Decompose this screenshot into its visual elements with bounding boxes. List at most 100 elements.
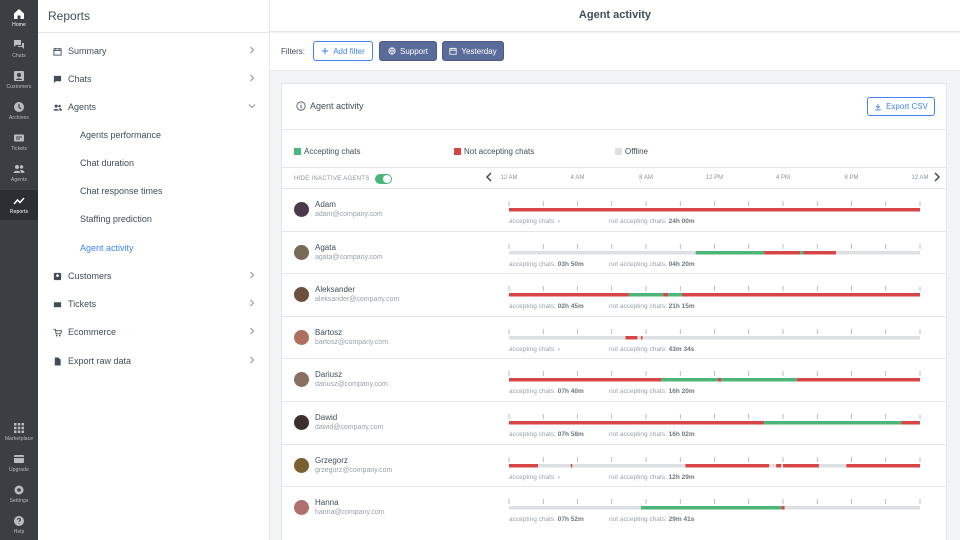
activity-timeline-graphic [508, 243, 921, 255]
stat-value: 24h 00m [668, 218, 695, 225]
calendar-icon [449, 47, 457, 55]
activity-segment [509, 250, 696, 255]
stat-label: accepting chats: [509, 345, 556, 353]
nav-item-summary[interactable]: Summary [38, 37, 270, 65]
agent-row[interactable]: Adam adam@company.com accepting chats: - no… [282, 188, 946, 231]
nav-item-chats[interactable]: Chats [38, 65, 270, 93]
stat-value: 12h 29m [668, 473, 695, 481]
nav-item-customers[interactable]: Customers [38, 262, 270, 290]
agent-row[interactable]: Aleksander aleksander@company.com acceptin… [282, 273, 946, 316]
rail-label: Marketplace [4, 436, 34, 442]
stat-value: 02h 45m [557, 303, 584, 311]
avatar [294, 287, 309, 303]
rail-label: Help [13, 529, 25, 535]
not-accepting-stat: not accepting chats: 16h 02m [609, 431, 695, 438]
activity-segment [570, 463, 573, 468]
activity-segment [685, 463, 770, 468]
hour-label: 12 AM [500, 175, 518, 181]
rail-agents[interactable]: Agents [0, 158, 38, 188]
tickets-icon [53, 301, 62, 307]
agent-row[interactable]: Dariusz dariusz@company.com accepting chat… [282, 358, 946, 401]
activity-segment [668, 293, 682, 297]
agent-activity-card: Agent activity Export CSV Accepting chat… [281, 83, 947, 540]
chevron-right-icon [250, 46, 255, 54]
agent-row[interactable]: Grzegorz grzegorz@company.com accepting ch… [282, 443, 946, 488]
activity-segment [721, 378, 797, 382]
activity-segment [681, 293, 920, 297]
export-csv-button[interactable]: Export CSV [867, 97, 935, 116]
rail-settings[interactable]: Settings [0, 479, 38, 509]
nav-sub-chat-duration[interactable]: Chat duration [80, 149, 134, 177]
agent-email: adam@company.com [315, 211, 383, 218]
previous-day-arrow-icon[interactable] [485, 172, 493, 182]
rail-help[interactable]: Help [0, 510, 38, 540]
stat-value: 07h 40m [557, 388, 584, 396]
legend-accepting: Accepting chats [294, 147, 360, 156]
rail-home[interactable]: Home [0, 3, 38, 33]
activity-segment [509, 335, 626, 340]
tickets-icon [14, 134, 24, 142]
not-accepting-stat: not accepting chats: 43m 34s [609, 346, 694, 353]
rail-tickets[interactable]: Tickets [0, 127, 38, 157]
info-icon[interactable] [296, 101, 306, 111]
activity-segment [642, 335, 920, 340]
hour-label: 4 AM [570, 175, 585, 181]
nav-sub-chat-response-times[interactable]: Chat response times [80, 177, 163, 205]
agent-email: bartosz@company.com [315, 338, 389, 346]
accepting-stat: accepting chats: 07h 58m [509, 431, 584, 438]
avatar [294, 457, 309, 473]
date-filter-chip[interactable]: Yesterday [442, 41, 504, 61]
home-icon [14, 9, 24, 19]
chip-label: Yesterday [461, 46, 497, 56]
nav-sub-staffing-prediction[interactable]: Staffing prediction [80, 205, 152, 233]
avatar [294, 244, 309, 260]
nav-sub-agents-performance[interactable]: Agents performance [80, 121, 161, 149]
not-accepting-stat: not accepting chats: 21h 15m [609, 303, 695, 310]
hide-inactive-label: HIDE INACTIVE AGENTS [294, 176, 370, 182]
hour-label: 8 PM [844, 175, 859, 181]
activity-segment [796, 378, 920, 382]
support-filter-chip[interactable]: Support [379, 41, 437, 61]
rail-upgrade[interactable]: Upgrade [0, 448, 38, 478]
stat-value: 16h 02m [668, 431, 695, 438]
agent-row[interactable]: Agata agata@company.com accepting chats: 0… [282, 230, 946, 274]
rail-marketplace[interactable]: Marketplace [0, 417, 38, 447]
add-filter-label: Add filter [333, 46, 365, 56]
reports-nav: Reports Summary Chats Agents Customers Ticke… [38, 0, 270, 540]
rail-customers[interactable]: Customers [0, 65, 38, 95]
rail-archives[interactable]: Archives [0, 96, 38, 126]
nav-item-tickets[interactable]: Tickets [38, 290, 270, 318]
activity-segment [764, 421, 902, 425]
customers-icon [14, 71, 24, 81]
activity-segment [695, 250, 765, 255]
add-filter-button[interactable]: Add filter [313, 41, 373, 61]
agent-name: Aleksander [315, 285, 356, 295]
stat-label: accepting chats: [509, 473, 556, 481]
nav-item-export-raw-data[interactable]: Export raw data [38, 347, 270, 375]
hide-inactive-toggle[interactable] [374, 174, 392, 184]
nav-title: Reports [48, 9, 91, 23]
activity-segment [717, 378, 722, 382]
rail-chats[interactable]: Chats [0, 34, 38, 64]
chevron-right-icon [250, 74, 255, 82]
activity-timeline-graphic [508, 499, 921, 510]
nav-item-agents[interactable]: Agents [38, 93, 270, 121]
legend-label: Accepting chats [304, 147, 361, 156]
download-icon [875, 103, 881, 110]
activity-timeline: accepting chats: - not accepting chats: 1… [507, 445, 922, 488]
nav-item-ecommerce[interactable]: Ecommerce [38, 318, 270, 346]
activity-timeline-graphic [508, 201, 921, 212]
agent-row[interactable]: Bartosz bartosz@company.com accepting chat… [282, 315, 946, 359]
agent-row[interactable]: Hanna hanna@company.com accepting chats: 0… [282, 486, 946, 529]
legend-label: Offline [625, 147, 648, 156]
nav-sub-agent-activity[interactable]: Agent activity [80, 234, 134, 262]
agent-row[interactable]: Dawid dawid@company.com accepting chats: 0… [282, 401, 946, 444]
stat-value: 07h 58m [557, 431, 584, 438]
next-day-arrow-icon[interactable] [933, 172, 941, 182]
activity-segment [776, 463, 782, 468]
accepting-stat: accepting chats: 07h 40m [509, 388, 584, 395]
divider [282, 129, 946, 130]
activity-segment [781, 506, 785, 510]
rail-reports[interactable]: Reports [0, 190, 38, 220]
chevron-right-icon [250, 271, 255, 279]
